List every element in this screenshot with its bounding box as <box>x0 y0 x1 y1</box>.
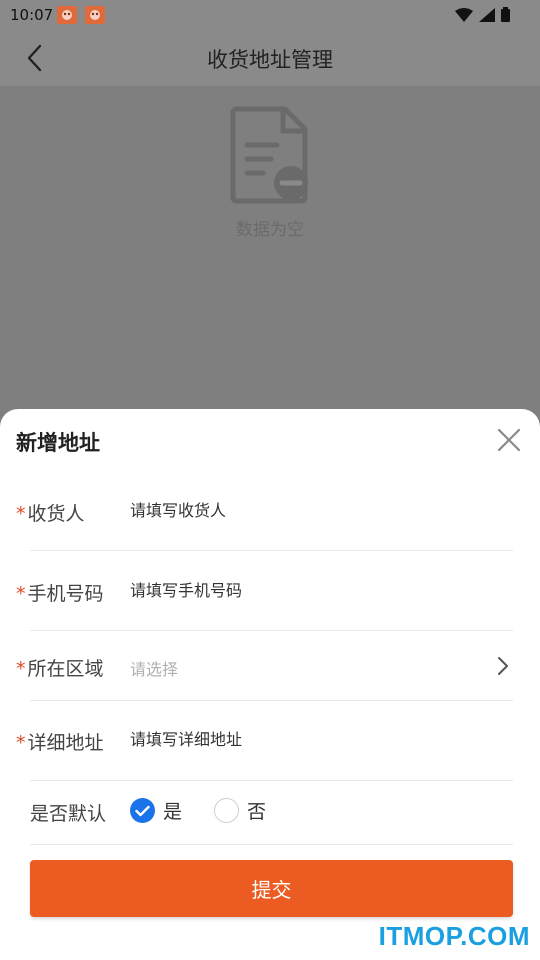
phone-field: * 手机号码 <box>16 579 513 659</box>
required-mark: * <box>16 658 26 680</box>
app-notification-icon <box>85 6 105 24</box>
checkmark-icon <box>130 798 155 823</box>
sheet-title: 新增地址 <box>16 431 100 455</box>
divider <box>30 780 513 781</box>
radio-yes[interactable]: 是 <box>130 797 182 824</box>
radio-empty-icon <box>214 798 239 823</box>
receiver-input[interactable] <box>130 501 490 520</box>
phone-input[interactable] <box>130 581 490 600</box>
divider <box>30 550 513 551</box>
divider <box>30 700 513 701</box>
close-button[interactable] <box>496 427 522 453</box>
receiver-field: * 收货人 <box>16 499 513 579</box>
region-select[interactable]: 请选择 <box>130 656 178 680</box>
page-title: 收货地址管理 <box>207 48 333 72</box>
watermark: ITMOP.COM <box>378 921 530 951</box>
phone-label: * 手机号码 <box>16 583 104 605</box>
region-label: * 所在区域 <box>16 658 104 680</box>
detail-address-field: * 详细地址 <box>16 728 513 808</box>
chevron-right-icon <box>498 657 508 675</box>
signal-icon <box>479 7 495 22</box>
default-address-label: 是否默认 <box>30 803 107 825</box>
wifi-icon <box>455 7 473 22</box>
radio-yes-label: 是 <box>163 801 183 823</box>
receiver-label: * 收货人 <box>16 503 85 525</box>
status-icons <box>455 7 510 22</box>
battery-icon <box>501 7 510 22</box>
status-bar: 10:07 <box>0 0 540 30</box>
submit-button[interactable]: 提交 <box>30 860 513 917</box>
close-icon <box>497 428 521 452</box>
detail-address-input[interactable] <box>130 730 490 749</box>
app-notification-icon <box>57 6 77 24</box>
radio-no[interactable]: 否 <box>214 797 266 824</box>
empty-document-icon <box>230 106 308 204</box>
status-time: 10:07 <box>10 6 54 24</box>
detail-address-label: * 详细地址 <box>16 732 104 754</box>
add-address-sheet: 新增地址 *收货人 *手机号码 *所在区域 请选择 *详细地址 是否默认 是 <box>0 409 540 960</box>
divider <box>30 630 513 631</box>
radio-no-label: 否 <box>247 801 267 823</box>
region-field[interactable]: * 所在区域 请选择 <box>16 654 513 734</box>
required-mark: * <box>16 583 26 605</box>
empty-state: 数据为空 <box>0 105 540 240</box>
empty-state-text: 数据为空 <box>236 220 304 240</box>
app-bar: 收货地址管理 <box>0 30 540 86</box>
required-mark: * <box>16 503 26 525</box>
divider <box>30 844 513 845</box>
required-mark: * <box>16 732 26 754</box>
